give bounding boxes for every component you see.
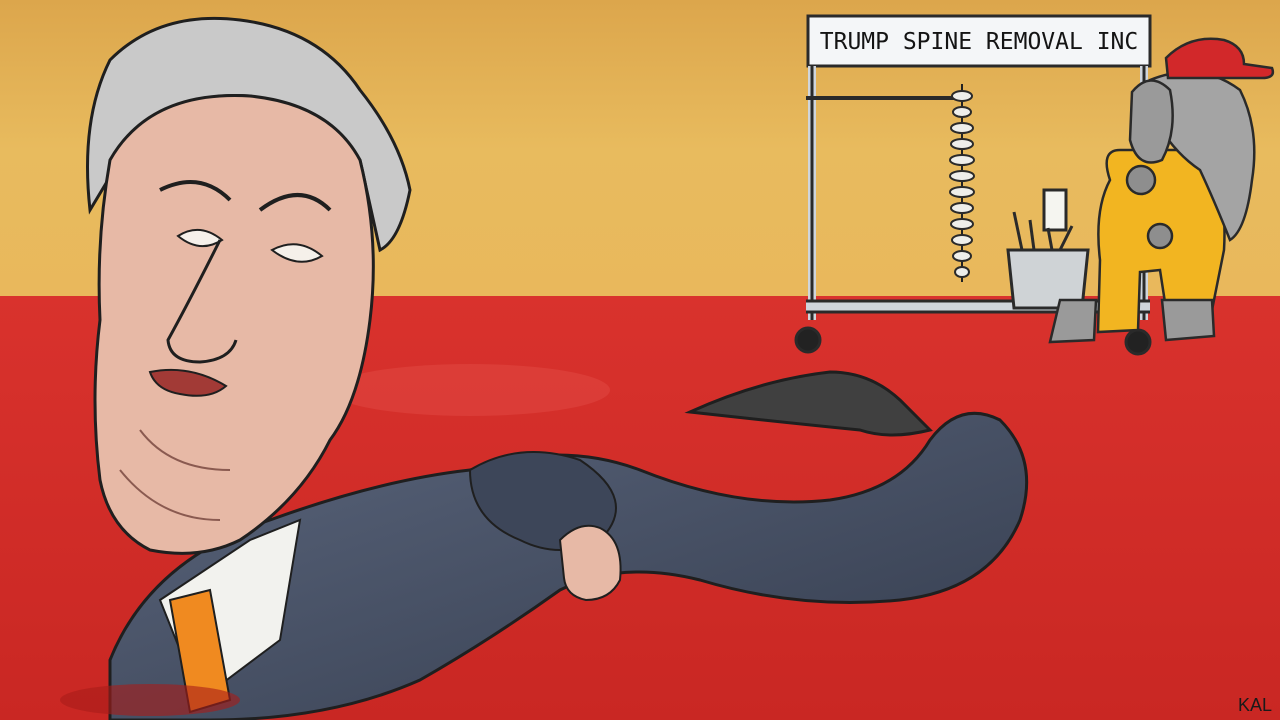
floor-shadow	[330, 364, 610, 416]
cartoon-artwork	[0, 0, 1280, 720]
body-shadow	[60, 684, 240, 716]
cart-sign-text: TRUMP SPINE REMOVAL INC	[819, 29, 1139, 55]
hand	[558, 524, 622, 602]
cartoon-canvas: TRUMP SPINE REMOVAL INC KAL	[0, 0, 1280, 720]
artist-signature: KAL	[1237, 695, 1272, 715]
